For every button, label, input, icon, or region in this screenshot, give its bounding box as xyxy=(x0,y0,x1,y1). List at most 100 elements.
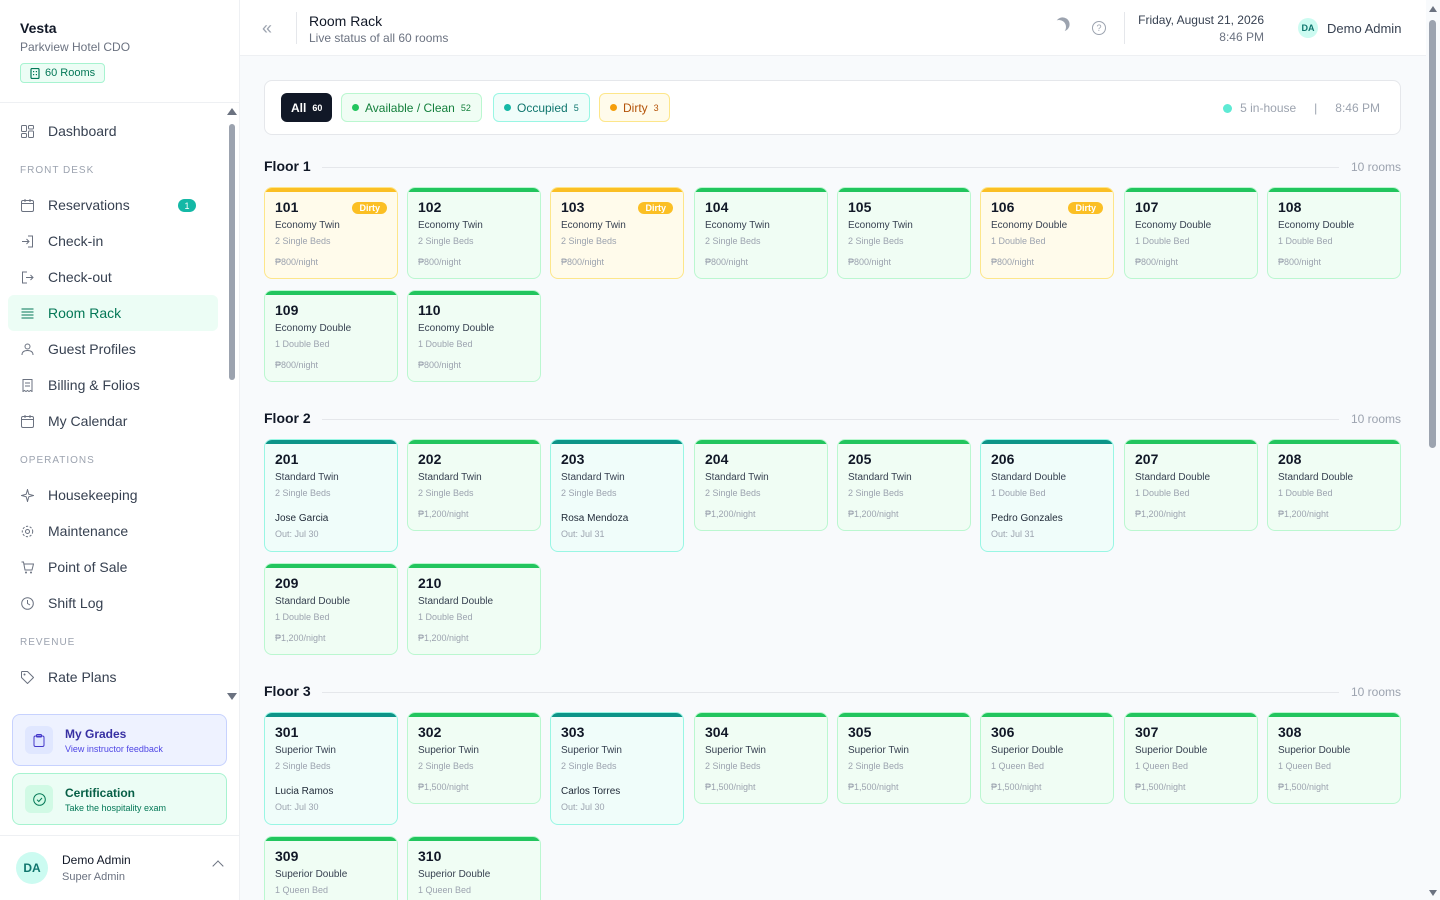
receipt-icon xyxy=(20,378,34,392)
sidebar-scrollbar[interactable] xyxy=(227,108,237,700)
room-card-202[interactable]: 202 Standard Twin 2 Single Beds ₱1,200/nigh… xyxy=(407,439,541,531)
room-card-207[interactable]: 207 Standard Double 1 Double Bed ₱1,200/nig… xyxy=(1124,439,1258,531)
rooms-chip-label: 60 Rooms xyxy=(45,67,96,79)
room-card-210[interactable]: 210 Standard Double 1 Double Bed ₱1,200/nig… xyxy=(407,563,541,655)
room-type: Standard Twin xyxy=(275,472,339,483)
filter-label: Dirty xyxy=(623,100,648,115)
scroll-up-arrow-icon[interactable] xyxy=(227,108,237,115)
header-user-name[interactable]: Demo Admin xyxy=(1327,21,1401,36)
sparkles-icon xyxy=(20,488,34,502)
sidebar-item-reservations[interactable]: Reservations 1 xyxy=(0,187,218,223)
room-card-306[interactable]: 306 Superior Double 1 Queen Bed ₱1,500/nigh… xyxy=(980,712,1114,804)
filter-dirty[interactable]: Dirty 3 xyxy=(599,93,670,122)
status-dot xyxy=(610,104,617,111)
header-avatar[interactable]: DA xyxy=(1298,18,1318,38)
room-card-109[interactable]: 109 Economy Double 1 Double Bed ₱800/night xyxy=(264,290,398,382)
room-card-303[interactable]: 303 Superior Twin 2 Single Beds Carlos Torr… xyxy=(550,712,684,825)
user-menu[interactable]: DA Demo Admin Super Admin xyxy=(0,835,240,900)
sidebar-item-check-out[interactable]: Check-out xyxy=(0,259,218,295)
sidebar-nav: Dashboard FRONT DESK Reservations 1 Chec… xyxy=(0,103,226,703)
sidebar-scroll-thumb[interactable] xyxy=(229,124,235,380)
room-card-308[interactable]: 308 Superior Double 1 Queen Bed ₱1,500/nigh… xyxy=(1267,712,1401,804)
room-type: Standard Double xyxy=(418,596,494,607)
filter-occupied[interactable]: Occupied 5 xyxy=(493,93,590,122)
scroll-down-arrow-icon[interactable] xyxy=(227,693,237,700)
sidebar-item-label: Shift Log xyxy=(48,595,104,611)
room-card-204[interactable]: 204 Standard Twin 2 Single Beds ₱1,200/nigh… xyxy=(694,439,828,531)
dirty-badge: Dirty xyxy=(352,202,387,214)
room-card-305[interactable]: 305 Superior Twin 2 Single Beds ₱1,500/nigh… xyxy=(837,712,971,804)
sidebar-item-rate-plans[interactable]: Rate Plans xyxy=(0,659,218,695)
sidebar-item-room-rack[interactable]: Room Rack xyxy=(8,295,218,331)
room-number: 206 xyxy=(991,451,1015,467)
room-beds: 2 Single Beds xyxy=(275,488,331,498)
sidebar-item-guest-profiles[interactable]: Guest Profiles xyxy=(0,331,218,367)
sidebar-item-check-in[interactable]: Check-in xyxy=(0,223,218,259)
collapse-sidebar-icon[interactable]: « xyxy=(262,18,272,39)
room-card-107[interactable]: 107 Economy Double 1 Double Bed ₱800/night xyxy=(1124,187,1258,279)
room-beds: 2 Single Beds xyxy=(848,236,904,246)
room-type: Economy Double xyxy=(1135,220,1212,231)
room-number: 209 xyxy=(275,575,299,591)
scroll-down-arrow-icon[interactable] xyxy=(1429,890,1437,896)
room-card-110[interactable]: 110 Economy Double 1 Double Bed ₱800/night xyxy=(407,290,541,382)
guest-name: Jose Garcia xyxy=(275,513,329,524)
sidebar-item-billing[interactable]: Billing & Folios xyxy=(0,367,218,403)
main-scrollbar[interactable] xyxy=(1426,0,1440,900)
room-card-208[interactable]: 208 Standard Double 1 Double Bed ₱1,200/nig… xyxy=(1267,439,1401,531)
room-card-105[interactable]: 105 Economy Twin 2 Single Beds ₱800/night xyxy=(837,187,971,279)
room-rate: ₱1,500/night xyxy=(848,782,899,792)
sidebar-item-shift-log[interactable]: Shift Log xyxy=(0,585,218,621)
chevron-up-icon[interactable] xyxy=(212,860,224,872)
gear-icon xyxy=(20,524,34,538)
room-card-103[interactable]: 103 Economy Twin 2 Single Beds ₱800/night Di… xyxy=(550,187,684,279)
room-beds: 1 Queen Bed xyxy=(991,761,1045,771)
filter-available[interactable]: Available / Clean 52 xyxy=(341,93,482,122)
room-card-108[interactable]: 108 Economy Double 1 Double Bed ₱800/night xyxy=(1267,187,1401,279)
main-scroll-thumb[interactable] xyxy=(1429,20,1436,448)
room-rate: ₱800/night xyxy=(418,257,462,267)
room-card-310[interactable]: 310 Superior Double 1 Queen Bed xyxy=(407,836,541,900)
room-card-205[interactable]: 205 Standard Twin 2 Single Beds ₱1,200/nigh… xyxy=(837,439,971,531)
room-card-104[interactable]: 104 Economy Twin 2 Single Beds ₱800/night xyxy=(694,187,828,279)
room-number: 210 xyxy=(418,575,442,591)
room-beds: 2 Single Beds xyxy=(705,236,761,246)
room-card-203[interactable]: 203 Standard Twin 2 Single Beds Rosa Mendoz… xyxy=(550,439,684,552)
floor-label: Floor 2 xyxy=(264,410,311,426)
filter-label: Available / Clean xyxy=(365,100,455,115)
room-rate: ₱800/night xyxy=(1135,257,1179,267)
filter-all[interactable]: All 60 xyxy=(281,93,333,122)
sidebar-item-label: My Calendar xyxy=(48,413,128,429)
floor-header: Floor 1 10 rooms xyxy=(264,158,1401,178)
room-card-101[interactable]: 101 Economy Twin 2 Single Beds ₱800/night Di… xyxy=(264,187,398,279)
floor-divider xyxy=(322,419,1339,420)
sidebar-item-maintenance[interactable]: Maintenance xyxy=(0,513,218,549)
room-card-201[interactable]: 201 Standard Twin 2 Single Beds Jose Garcia… xyxy=(264,439,398,552)
room-card-307[interactable]: 307 Superior Double 1 Queen Bed ₱1,500/nigh… xyxy=(1124,712,1258,804)
room-card-304[interactable]: 304 Superior Twin 2 Single Beds ₱1,500/nigh… xyxy=(694,712,828,804)
my-grades-card[interactable]: My Grades View instructor feedback xyxy=(12,714,227,766)
certification-subtitle: Take the hospitality exam xyxy=(65,802,167,813)
room-card-309[interactable]: 309 Superior Double 1 Queen Bed xyxy=(264,836,398,900)
room-rate: ₱800/night xyxy=(991,257,1035,267)
room-rate: ₱1,500/night xyxy=(991,782,1042,792)
room-card-302[interactable]: 302 Superior Twin 2 Single Beds ₱1,500/nigh… xyxy=(407,712,541,804)
scroll-up-arrow-icon[interactable] xyxy=(1429,6,1437,12)
sidebar-item-housekeeping[interactable]: Housekeeping xyxy=(0,477,218,513)
room-card-301[interactable]: 301 Superior Twin 2 Single Beds Lucia Ramos… xyxy=(264,712,398,825)
room-card-102[interactable]: 102 Economy Twin 2 Single Beds ₱800/night xyxy=(407,187,541,279)
sidebar-item-point-of-sale[interactable]: Point of Sale xyxy=(0,549,218,585)
room-card-209[interactable]: 209 Standard Double 1 Double Bed ₱1,200/nig… xyxy=(264,563,398,655)
room-card-206[interactable]: 206 Standard Double 1 Double Bed Pedro Gonz… xyxy=(980,439,1114,552)
sidebar-item-dashboard[interactable]: Dashboard xyxy=(0,113,218,149)
certification-card[interactable]: Certification Take the hospitality exam xyxy=(12,773,227,825)
room-type: Economy Double xyxy=(275,323,352,334)
room-type: Economy Twin xyxy=(561,220,626,231)
moon-icon[interactable] xyxy=(1051,19,1067,35)
room-beds: 2 Single Beds xyxy=(848,488,904,498)
help-icon[interactable]: ? xyxy=(1092,21,1106,35)
room-number: 309 xyxy=(275,848,299,864)
dirty-badge: Dirty xyxy=(1068,202,1103,214)
room-card-106[interactable]: 106 Economy Double 1 Double Bed ₱800/night D… xyxy=(980,187,1114,279)
sidebar-item-my-calendar[interactable]: My Calendar xyxy=(0,403,218,439)
